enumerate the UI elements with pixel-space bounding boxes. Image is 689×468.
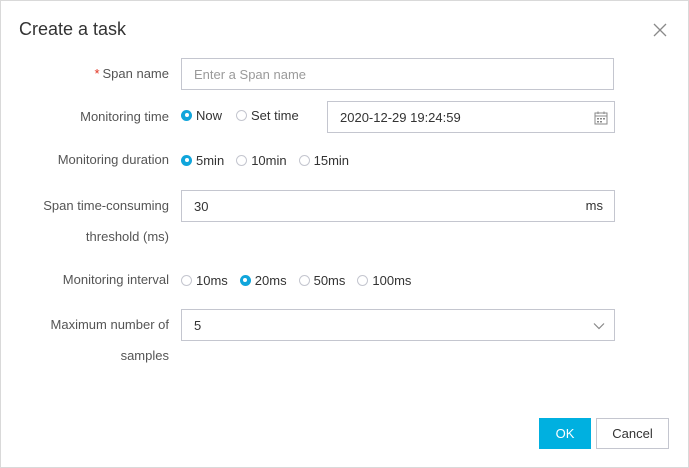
radio-now-label: Now (196, 107, 223, 123)
create-task-dialog: Create a task * Span name Enter a Span na… (0, 0, 689, 468)
threshold-value: 30 (194, 198, 209, 214)
radio-20ms-indicator (239, 274, 251, 286)
radio-50ms[interactable]: 50ms (298, 272, 346, 288)
radio-10min[interactable]: 10min (236, 152, 287, 168)
threshold-label-line2: threshold (ms) (85, 229, 169, 244)
radio-15min-indicator (298, 154, 310, 166)
max-samples-label: Maximum number of samples (9, 309, 169, 371)
threshold-label-line1: Span time-consuming (43, 198, 169, 213)
radio-now-indicator (181, 109, 192, 121)
radio-10ms-indicator (181, 274, 192, 286)
max-samples-select[interactable]: 5 (181, 309, 615, 341)
close-icon[interactable] (652, 22, 668, 38)
radio-5min-label: 5min (196, 152, 225, 168)
radio-5min[interactable]: 5min (181, 153, 224, 168)
chevron-down-icon (593, 323, 605, 330)
radio-100ms-indicator (357, 274, 369, 286)
radio-10ms[interactable]: 10ms (181, 273, 228, 288)
radio-now[interactable]: Now (181, 108, 222, 123)
ok-button[interactable]: OK (539, 418, 591, 449)
radio-set-time[interactable]: Set time (236, 108, 299, 123)
monitoring-interval-label: Monitoring interval (62, 272, 169, 287)
max-samples-label-line2: samples (120, 348, 169, 363)
monitoring-duration-label: Monitoring duration (57, 152, 169, 167)
radio-10min-indicator (236, 154, 248, 166)
datetime-picker[interactable]: 2020-12-29 19:24:59 (327, 101, 615, 133)
radio-100ms-label: 100ms (372, 272, 412, 288)
radio-5min-indicator (181, 154, 192, 166)
required-mark: * (94, 66, 100, 81)
threshold-unit: ms (585, 198, 603, 213)
calendar-icon[interactable] (594, 111, 608, 125)
max-samples-value: 5 (194, 317, 202, 333)
cancel-button[interactable]: Cancel (596, 418, 669, 449)
radio-set-time-label: Set time (251, 107, 299, 123)
monitoring-time-label: Monitoring time (80, 109, 169, 124)
max-samples-label-line1: Maximum number of (50, 317, 169, 332)
radio-50ms-label: 50ms (313, 272, 346, 288)
radio-20ms-label: 20ms (254, 272, 287, 288)
radio-15min-label: 15min (313, 152, 350, 168)
radio-100ms[interactable]: 100ms (357, 273, 411, 288)
span-name-placeholder: Enter a Span name (194, 66, 307, 82)
dialog-title: Create a task (19, 19, 127, 39)
radio-set-time-indicator (236, 109, 248, 121)
radio-50ms-indicator (298, 274, 310, 286)
radio-10ms-label: 10ms (196, 272, 228, 288)
datetime-value: 2020-12-29 19:24:59 (340, 109, 461, 125)
threshold-label: Span time-consuming threshold (ms) (9, 190, 169, 252)
radio-20ms[interactable]: 20ms (239, 272, 287, 288)
radio-10min-label: 10min (251, 152, 287, 168)
monitoring-duration-radio-group: 5min 10min 15min (181, 144, 361, 176)
monitoring-interval-radio-group: 10ms 20ms 50ms 100ms (181, 264, 423, 296)
threshold-input[interactable]: 30 ms (181, 190, 615, 222)
span-name-input[interactable]: Enter a Span name (181, 58, 614, 90)
span-name-label: * Span name (94, 66, 169, 81)
monitoring-time-radio-group: Now Set time (181, 99, 311, 131)
radio-15min[interactable]: 15min (298, 152, 350, 168)
